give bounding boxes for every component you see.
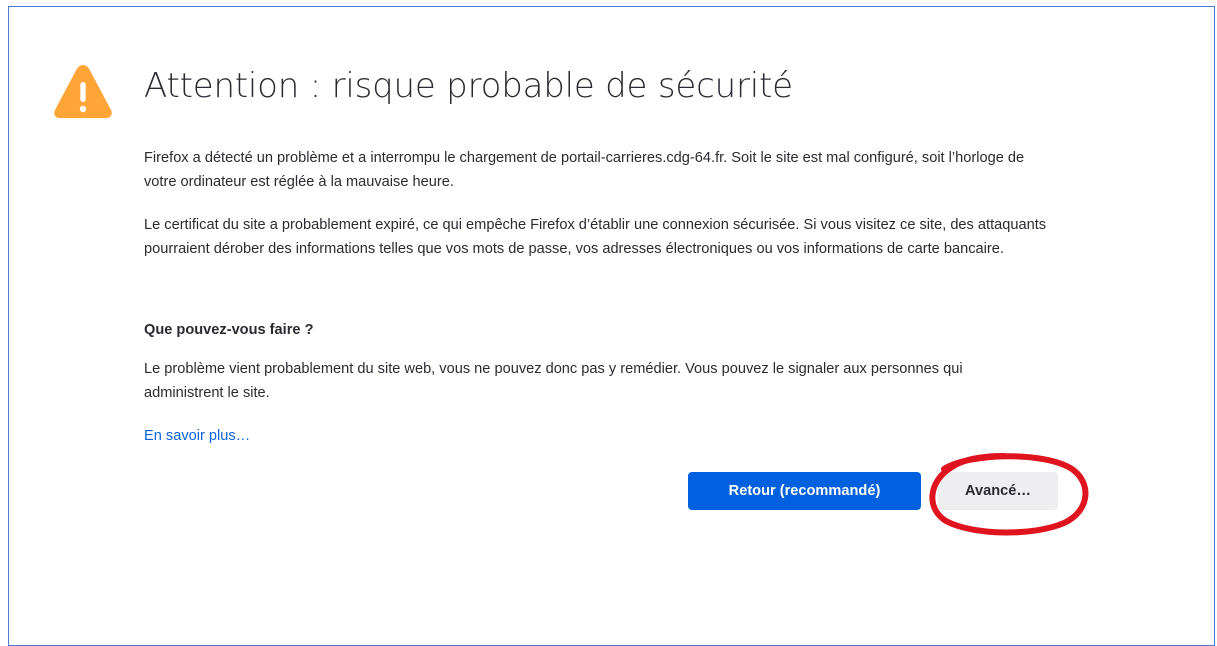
learn-more-link[interactable]: En savoir plus… <box>144 424 250 448</box>
certificate-description: Le certificat du site a probablement exp… <box>144 217 1047 257</box>
error-description: Firefox a détecté un problème et a inter… <box>144 150 1025 190</box>
back-recommended-button[interactable]: Retour (recommandé) <box>688 472 921 510</box>
advanced-button[interactable]: Avancé… <box>938 472 1058 510</box>
page-title: Attention : risque probable de sécurité <box>144 66 793 106</box>
what-can-you-do-description: Le problème vient probablement du site w… <box>144 361 963 401</box>
warning-triangle-icon <box>54 65 112 118</box>
what-can-you-do-heading: Que pouvez-vous faire ? <box>144 322 314 338</box>
